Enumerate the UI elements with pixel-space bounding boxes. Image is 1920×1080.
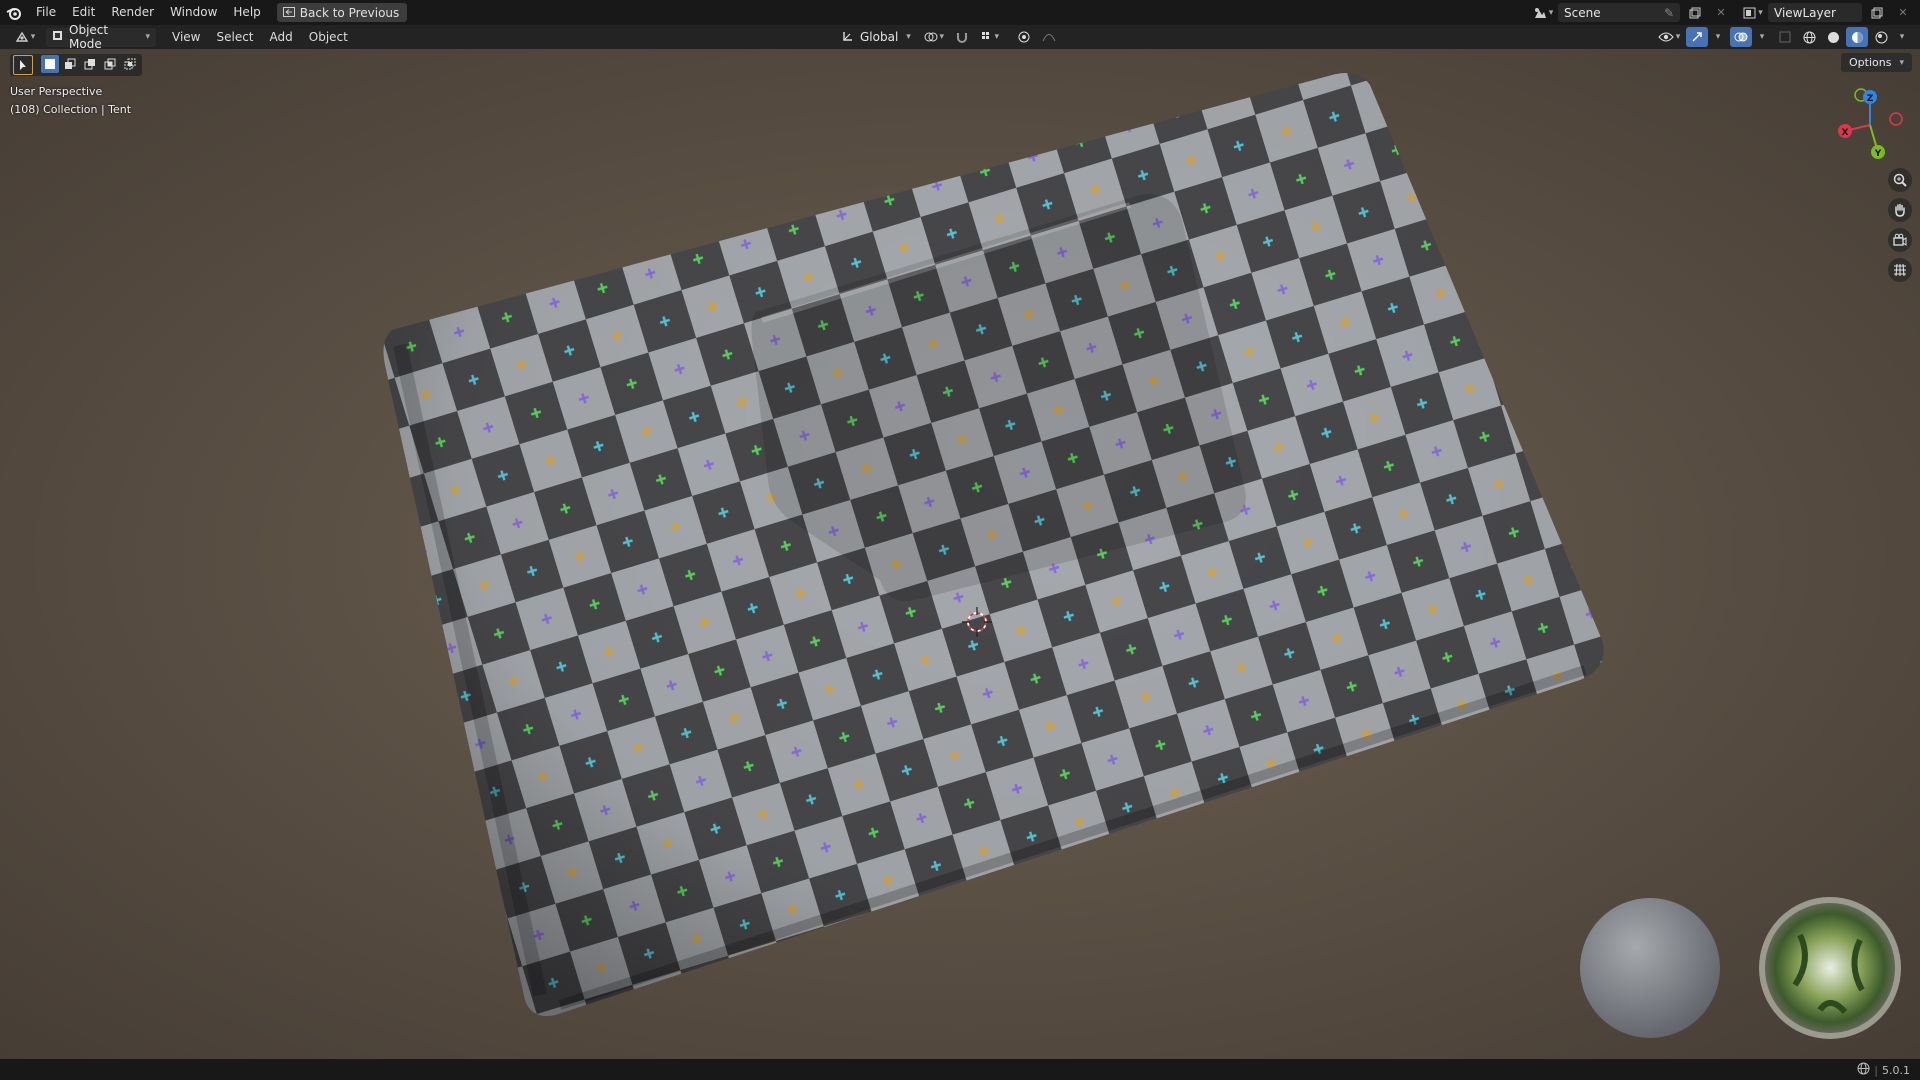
menu-help[interactable]: Help xyxy=(225,0,268,25)
ortho-grid-icon[interactable] xyxy=(1888,258,1912,282)
select-tool-icon[interactable] xyxy=(13,55,33,75)
orientation-label: Global xyxy=(860,30,899,44)
gizmo-y-label: Y xyxy=(1874,149,1882,159)
version-info: | 5.0.1 xyxy=(1857,1062,1910,1078)
snap-target-icon[interactable]: ▾ xyxy=(976,27,1004,47)
transform-controls: Global ▾ ▾ ▾ xyxy=(836,27,1060,47)
version-label: 5.0.1 xyxy=(1882,1063,1910,1077)
mode-dropdown[interactable]: Object Mode ▾ xyxy=(46,23,156,51)
scene-browse-icon[interactable]: ▾ xyxy=(1532,3,1554,23)
pin-icon[interactable]: ✎ xyxy=(1664,6,1674,20)
network-globe-icon[interactable] xyxy=(1857,1062,1870,1078)
3d-viewport[interactable]: User Perspective (108) Collection | Tent… xyxy=(0,49,1920,1059)
snap-toggle-icon[interactable] xyxy=(951,27,973,47)
selection-tools xyxy=(10,54,142,76)
view-layer-name-field[interactable]: ViewLayer xyxy=(1768,3,1862,22)
select-subtract-icon[interactable] xyxy=(81,55,99,73)
header-menu-object[interactable]: Object xyxy=(301,25,356,50)
viewport-shading-controls: ▾ ▾ ▾ ▾ xyxy=(1654,27,1908,47)
delete-view-layer-icon[interactable]: ✕ xyxy=(1892,3,1914,23)
new-scene-icon[interactable] xyxy=(1684,3,1706,23)
rendered-shading-icon[interactable] xyxy=(1870,27,1892,47)
back-icon xyxy=(282,6,295,20)
wireframe-shading-icon[interactable] xyxy=(1798,27,1820,47)
overlays-toggle-icon[interactable] xyxy=(1730,27,1752,47)
perspective-label: User Perspective xyxy=(10,85,103,98)
header-menu-select[interactable]: Select xyxy=(208,25,261,50)
camera-view-icon[interactable] xyxy=(1888,228,1912,252)
back-to-previous-button[interactable]: Back to Previous xyxy=(276,3,408,22)
menu-window[interactable]: Window xyxy=(162,0,225,25)
overlays-dropdown-icon[interactable]: ▾ xyxy=(1754,27,1768,47)
solid-shading-icon[interactable] xyxy=(1822,27,1844,47)
blender-logo-icon[interactable] xyxy=(0,0,28,25)
top-right-controls: ▾ Scene ✎ ✕ ▾ ViewLayer ✕ xyxy=(1532,0,1920,25)
collection-info: (108) Collection | Tent xyxy=(10,103,132,116)
gizmo-toggle-icon[interactable] xyxy=(1686,27,1708,47)
back-to-previous-label: Back to Previous xyxy=(299,5,400,20)
top-bar: File Edit Render Window Help Back to Pre… xyxy=(0,0,1920,25)
view-layer-name: ViewLayer xyxy=(1774,5,1836,20)
select-invert-icon[interactable] xyxy=(101,55,119,73)
shading-dropdown-icon[interactable]: ▾ xyxy=(1894,27,1908,47)
navigation-gizmo[interactable]: Z X Y xyxy=(1830,85,1910,165)
mode-label: Object Mode xyxy=(69,23,109,51)
header-menu-add[interactable]: Add xyxy=(262,25,301,50)
orientation-icon xyxy=(842,30,854,45)
falloff-icon[interactable] xyxy=(1038,27,1060,47)
object-mode-icon xyxy=(52,30,63,44)
zoom-icon[interactable] xyxy=(1888,168,1912,192)
material-preview-sphere xyxy=(1580,898,1720,1038)
scene-name-field[interactable]: Scene ✎ xyxy=(1558,3,1680,22)
proportional-edit-icon[interactable] xyxy=(1013,27,1035,47)
xray-toggle-icon[interactable] xyxy=(1774,27,1796,47)
gizmo-x-label: X xyxy=(1842,128,1849,138)
material-preview-shading-icon[interactable] xyxy=(1846,27,1868,47)
header-menu-view[interactable]: View xyxy=(164,25,208,50)
pivot-point-icon[interactable]: ▾ xyxy=(920,27,948,47)
select-extend-icon[interactable] xyxy=(61,55,79,73)
scene-name: Scene xyxy=(1564,5,1601,20)
menu-edit[interactable]: Edit xyxy=(64,0,103,25)
pan-hand-icon[interactable] xyxy=(1888,198,1912,222)
transform-orientation-dropdown[interactable]: Global ▾ xyxy=(836,28,917,47)
select-new-icon[interactable] xyxy=(41,55,59,73)
editor-type-icon[interactable]: ▾ xyxy=(10,27,40,47)
hdri-preview-sphere xyxy=(1759,897,1901,1039)
view-layer-browse-icon[interactable]: ▾ xyxy=(1742,3,1764,23)
gizmo-dropdown-icon[interactable]: ▾ xyxy=(1710,27,1724,47)
gizmo-z-label: Z xyxy=(1867,94,1874,104)
viewport-scene xyxy=(383,72,1901,1039)
menu-render[interactable]: Render xyxy=(103,0,162,25)
viewport-header: ▾ Object Mode ▾ View Select Add Object G… xyxy=(0,23,1920,51)
new-view-layer-icon[interactable] xyxy=(1866,3,1888,23)
tent-mesh[interactable] xyxy=(383,72,1604,1017)
delete-scene-icon[interactable]: ✕ xyxy=(1710,3,1732,23)
status-separator: | xyxy=(1874,1063,1878,1077)
menu-file[interactable]: File xyxy=(28,0,64,25)
select-intersect-icon[interactable] xyxy=(121,55,139,73)
options-label: Options xyxy=(1849,56,1892,69)
visibility-icon[interactable]: ▾ xyxy=(1654,27,1684,47)
status-bar: | 5.0.1 xyxy=(0,1059,1920,1080)
options-dropdown[interactable]: Options ▾ xyxy=(1841,53,1912,72)
